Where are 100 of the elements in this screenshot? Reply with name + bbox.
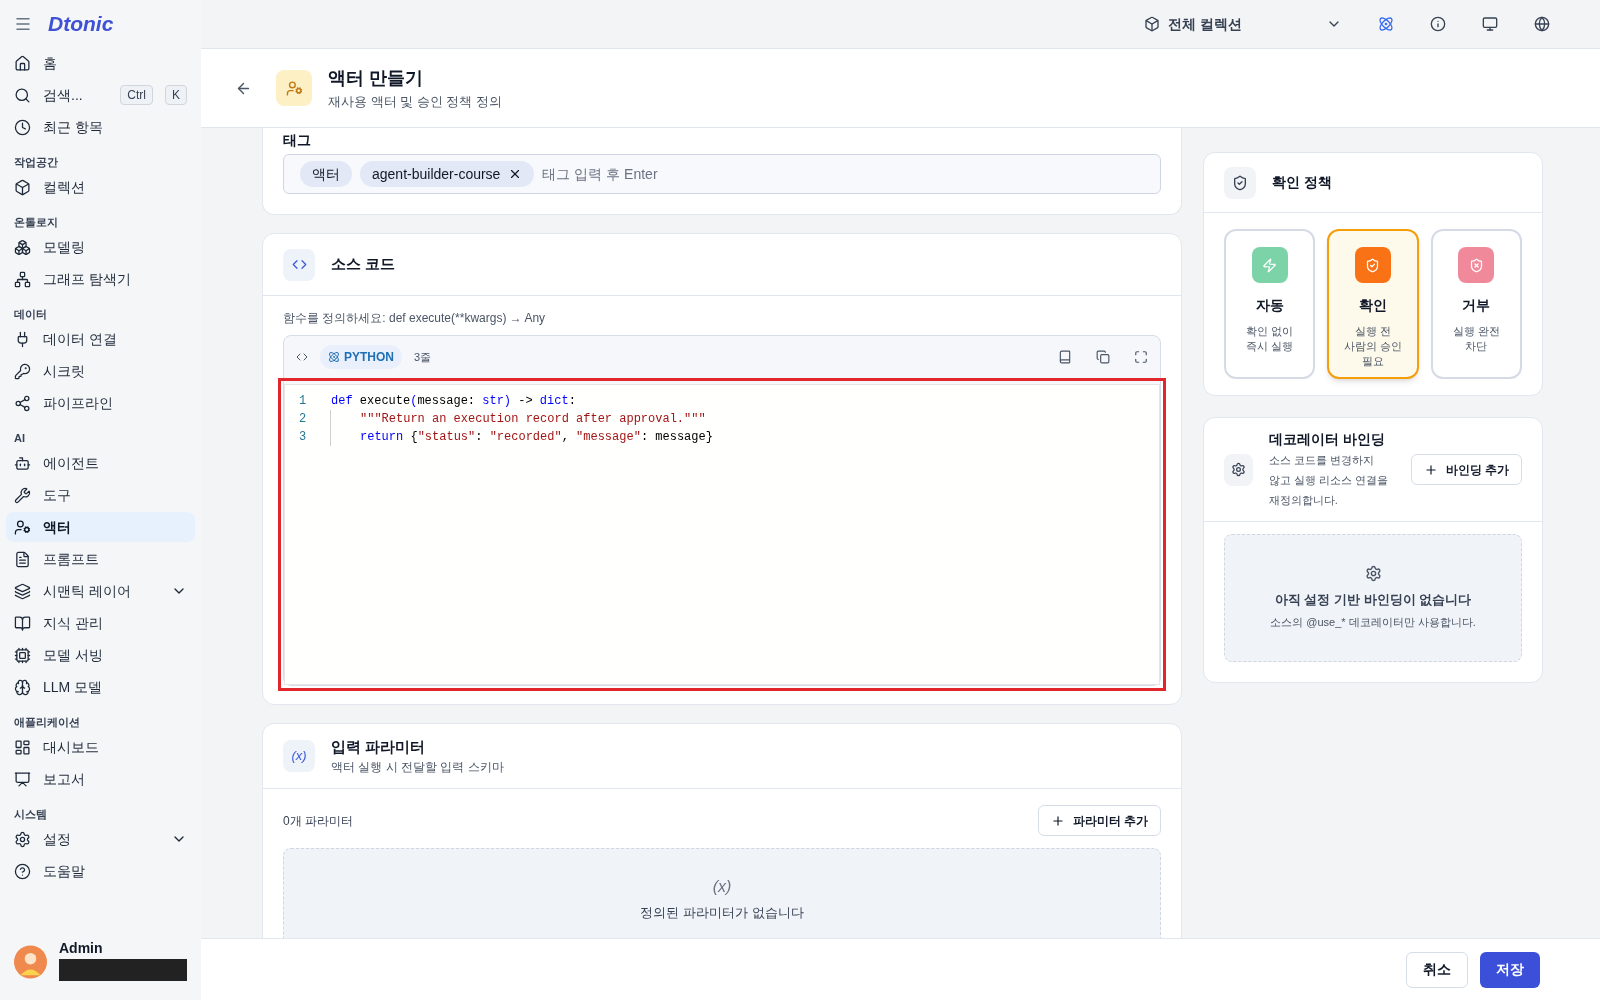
- sidebar-item[interactable]: 모델링: [6, 232, 195, 262]
- nav-icon: [14, 550, 31, 568]
- nav-icon: [14, 86, 31, 104]
- sidebar-item[interactable]: 검색... Ctrl K: [6, 80, 195, 110]
- code-line: def execute(message: str) -> dict:: [331, 393, 576, 410]
- card-title: 확인 정책: [1272, 173, 1332, 192]
- field-label: 태그: [283, 130, 312, 150]
- atom-icon[interactable]: [1378, 16, 1394, 32]
- line-count: 3줄: [414, 349, 432, 365]
- nav-icon: [14, 582, 31, 600]
- sidebar-item[interactable]: 시맨틱 레이어: [6, 576, 195, 606]
- nav-icon: [14, 454, 31, 472]
- hint-text: 함수를 정의하세요: def execute(**kwargs) → Any: [283, 310, 547, 327]
- card-title: 데코레이터 바인딩: [1268, 430, 1386, 449]
- user-gear-icon: [285, 79, 303, 97]
- shortcut-key: Ctrl: [120, 85, 153, 105]
- card-subtitle: 액터 실행 시 전달할 입력 스키마: [331, 759, 504, 777]
- tag-input[interactable]: 액터 agent-builder-course 태그 입력 후 Enter: [283, 154, 1161, 194]
- nav-icon: [14, 614, 31, 632]
- tag-chip: 액터: [300, 161, 352, 187]
- card-title: 입력 파라미터: [331, 736, 427, 757]
- sidebar-item[interactable]: 프롬프트: [6, 544, 195, 574]
- gear-icon: [1364, 565, 1382, 582]
- sidebar-item[interactable]: 보고서: [6, 764, 195, 794]
- nav-icon: [14, 54, 31, 72]
- sidebar-item[interactable]: 에이전트: [6, 448, 195, 478]
- nav-icon: [14, 830, 31, 848]
- sidebar-item[interactable]: 설정: [6, 824, 195, 854]
- option-description: 확인 없이 즉시 실행: [1245, 324, 1295, 354]
- card-description: 소스 코드를 변경하지 않고 실행 리소스 연결을 재정의합니다.: [1268, 453, 1389, 508]
- fullscreen-icon[interactable]: [1134, 350, 1148, 364]
- code-icon: [291, 257, 307, 272]
- collection-select[interactable]: 전체 컬렉션: [1144, 13, 1342, 35]
- sidebar-item[interactable]: 도구: [6, 480, 195, 510]
- menu-icon[interactable]: [14, 15, 32, 33]
- add-binding-button[interactable]: 바인딩 추가: [1410, 454, 1522, 485]
- sidebar-item[interactable]: 컬렉션: [6, 172, 195, 202]
- code-icon: [296, 351, 308, 363]
- nav-icon: [14, 238, 31, 256]
- tag-chip: agent-builder-course: [360, 161, 535, 187]
- tag-field[interactable]: 태그 입력 후 Enter: [542, 163, 1144, 185]
- nav-icon: [14, 738, 31, 756]
- policy-icon: [1262, 257, 1278, 273]
- line-number: 2: [298, 411, 308, 428]
- add-parameter-button[interactable]: 파라미터 추가: [1037, 805, 1161, 836]
- section-title: 애플리케이션: [13, 714, 81, 730]
- info-icon[interactable]: [1430, 16, 1446, 32]
- policy-icon: [1365, 257, 1381, 273]
- sidebar-item[interactable]: 최근 항목: [6, 112, 195, 142]
- nav-icon: [14, 770, 31, 788]
- policy-option[interactable]: 거부 실행 완전 차단: [1430, 229, 1522, 379]
- code-area[interactable]: 1 def execute(message: str) -> dict: 2 """Return an execution record after approval.""" 3 return {"status": "recorded", "message": message}: [284, 384, 1160, 685]
- monitor-icon[interactable]: [1482, 16, 1498, 32]
- globe-icon[interactable]: [1534, 16, 1550, 32]
- nav-icon: [14, 362, 31, 380]
- sidebar-item[interactable]: 홈: [6, 48, 195, 78]
- option-title: 자동: [1255, 296, 1284, 315]
- line-number: 1: [298, 393, 308, 410]
- box-icon: [1144, 16, 1160, 32]
- nav-icon: [14, 486, 31, 504]
- sidebar-item[interactable]: 지식 관리: [6, 608, 195, 638]
- variable-symbol: (x): [712, 877, 732, 897]
- sidebar-item[interactable]: 액터: [6, 512, 195, 542]
- sidebar-item[interactable]: 그래프 탐색기: [6, 264, 195, 294]
- sidebar-item[interactable]: LLM 모델: [6, 672, 195, 702]
- copy-icon[interactable]: [1096, 350, 1110, 364]
- sidebar-item[interactable]: 시크릿: [6, 356, 195, 386]
- sidebar-item[interactable]: 데이터 연결: [6, 324, 195, 354]
- section-title: 작업공간: [13, 154, 59, 170]
- brand-logo[interactable]: Dtonic: [48, 8, 114, 40]
- policy-option[interactable]: 자동 확인 없이 즉시 실행: [1224, 229, 1316, 379]
- section-title: 데이터: [13, 306, 48, 322]
- gear-icon: [1230, 462, 1246, 477]
- sidebar-item[interactable]: 모델 서빙: [6, 640, 195, 670]
- nav-icon: [14, 518, 31, 536]
- nav-icon: [14, 270, 31, 288]
- nav-icon: [14, 678, 31, 696]
- option-description: 실행 완전 차단: [1451, 324, 1501, 354]
- nav-icon: [14, 118, 31, 136]
- cancel-button[interactable]: 취소: [1406, 951, 1468, 988]
- sidebar-item[interactable]: 대시보드: [6, 732, 195, 762]
- sidebar-item[interactable]: 파이프라인: [6, 388, 195, 418]
- card-title: 소스 코드: [331, 254, 396, 275]
- shield-check-icon: [1232, 174, 1248, 191]
- variable-icon-tile: (x): [283, 740, 315, 772]
- empty-title: 아직 설정 기반 바인딩이 없습니다: [1274, 591, 1472, 609]
- page-subtitle: 재사용 액터 및 승인 정책 정의: [328, 92, 503, 111]
- policy-option[interactable]: 확인 실행 전 사람의 승인 필요: [1327, 229, 1419, 379]
- empty-text: 소스의 @use_* 데코레이터만 사용합니다.: [1270, 614, 1476, 630]
- sidebar-item[interactable]: 도움말: [6, 856, 195, 886]
- save-button[interactable]: 저장: [1480, 951, 1540, 988]
- policy-icon: [1468, 257, 1484, 273]
- section-title: AI: [13, 430, 26, 446]
- shortcut-key: K: [165, 85, 187, 105]
- code-line: """Return an execution record after approval.""": [330, 410, 706, 428]
- book-icon[interactable]: [1058, 350, 1072, 364]
- nav-icon: [14, 862, 31, 880]
- section-title: 시스템: [13, 806, 48, 822]
- nav-icon: [14, 394, 31, 412]
- page-title: 액터 만들기: [328, 66, 424, 90]
